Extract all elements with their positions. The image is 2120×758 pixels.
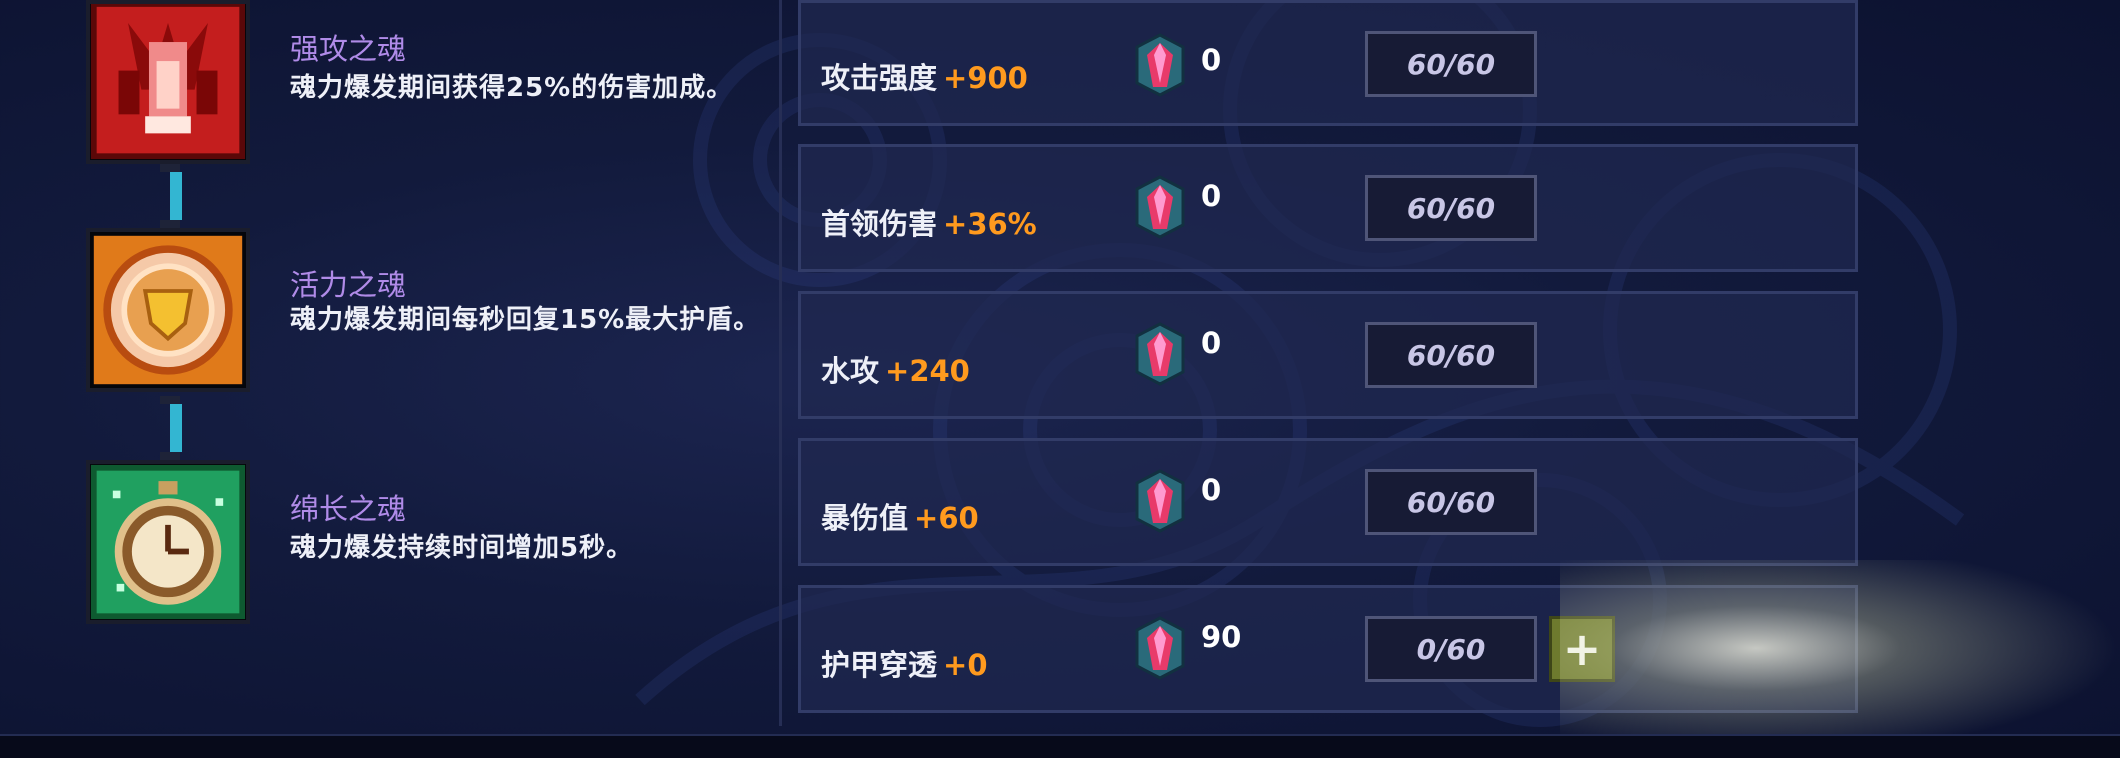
gem-count: 90 [1201,620,1242,654]
soul-gem-icon [1133,469,1187,533]
skill-description: 魂力爆发期间获得25%的伤害加成。 [290,73,734,103]
gem-count: 0 [1201,43,1222,77]
stat-row-crit-damage: 暴伤值 +60 0 60/60 [798,438,1858,566]
skill-connector-1 [170,172,182,220]
gem-count: 0 [1201,179,1222,213]
stat-label: 攻击强度 +900 [821,55,1028,97]
soul-gem-icon [1133,616,1187,680]
skill-connector-2 [170,404,182,452]
level-display: 60/60 [1365,469,1537,535]
connector-cap [160,452,180,460]
level-display: 60/60 [1365,175,1537,241]
soul-gem-icon [1133,175,1187,239]
stat-label: 水攻 +240 [821,348,970,390]
stopwatch-icon [86,460,250,624]
stat-value: +900 [943,61,1028,95]
soul-gem-icon [1133,322,1187,386]
stat-row-attack-power: 攻击强度 +900 0 60/60 [798,0,1858,126]
stat-label: 护甲穿透 +0 [821,642,988,684]
stat-row-water-attack: 水攻 +240 0 60/60 [798,291,1858,419]
skill-name: 活力之魂 [290,268,407,302]
stat-name: 护甲穿透 [821,648,938,682]
shield-emblem-icon [86,228,250,392]
stat-value: +60 [914,501,979,535]
stat-name: 暴伤值 [821,501,909,535]
upgrade-plus-button[interactable]: + [1549,616,1615,682]
level-display: 0/60 [1365,616,1537,682]
fist-icon [86,0,250,164]
stat-label: 首领伤害 +36% [821,201,1037,243]
gem-count: 0 [1201,473,1222,507]
gem-count: 0 [1201,326,1222,360]
connector-cap [160,164,180,172]
bottom-bar [0,734,2120,758]
stat-value: +36% [943,207,1037,241]
stat-value: +240 [885,354,970,388]
stat-row-armor-penetration: 护甲穿透 +0 90 0/60 + [798,585,1858,713]
stat-name: 攻击强度 [821,61,938,95]
skill-description: 魂力爆发持续时间增加5秒。 [290,533,634,563]
panel-divider [779,0,782,726]
level-display: 60/60 [1365,322,1537,388]
stat-name: 首领伤害 [821,207,938,241]
skill-description: 魂力爆发期间每秒回复15%最大护盾。 [290,305,761,335]
stat-value: +0 [943,648,988,682]
stat-row-boss-damage: 首领伤害 +36% 0 60/60 [798,144,1858,272]
skill-name: 绵长之魂 [290,492,407,526]
stat-label: 暴伤值 +60 [821,495,979,537]
connector-cap [160,220,180,228]
level-display: 60/60 [1365,31,1537,97]
connector-cap [160,396,180,404]
soul-gem-icon [1133,33,1187,97]
stat-name: 水攻 [821,354,880,388]
skill-name: 强攻之魂 [290,32,407,66]
